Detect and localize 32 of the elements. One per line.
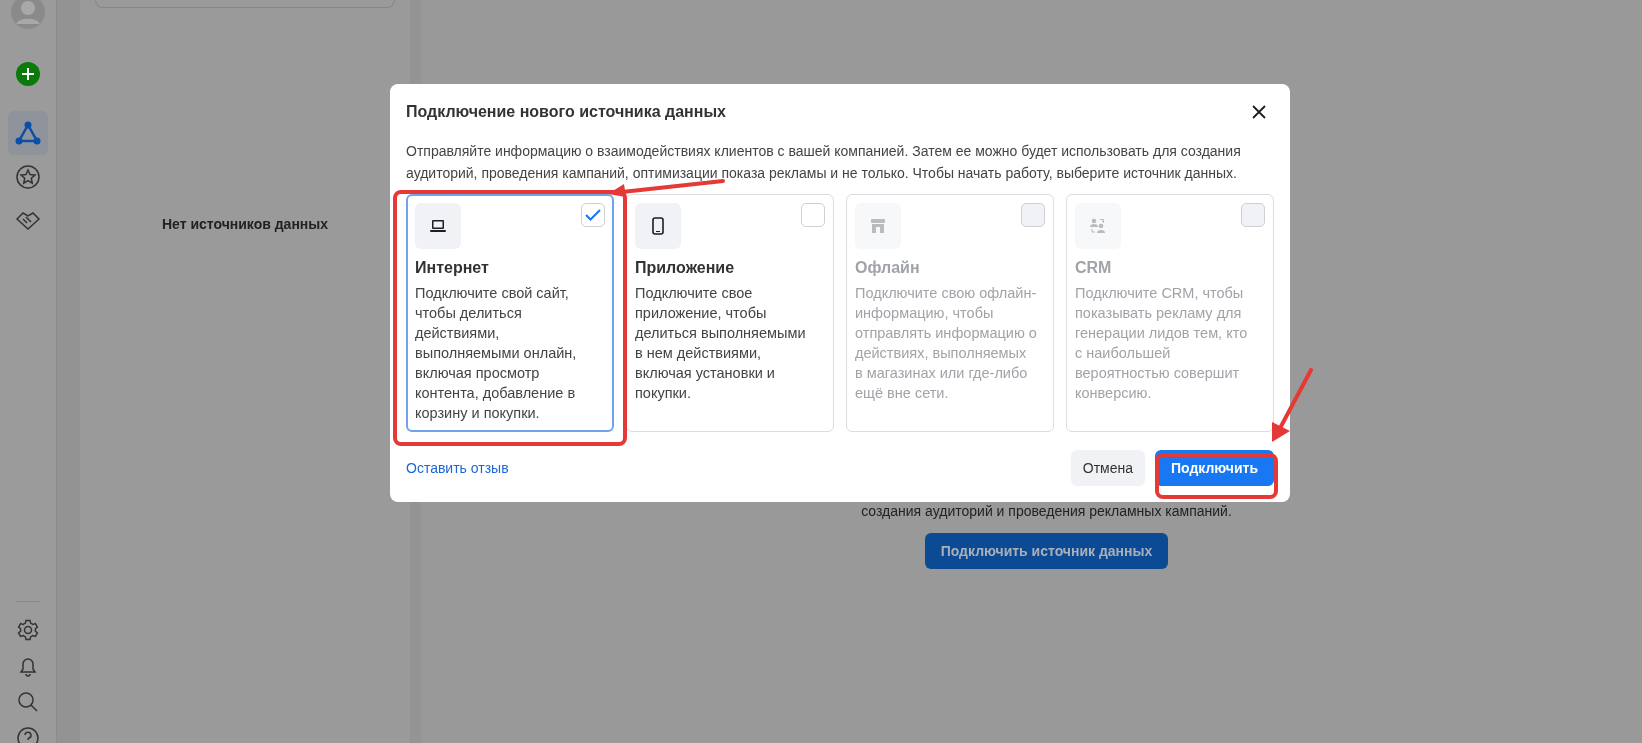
- dialog-description: Отправляйте информацию о взаимодействиях клиентов с вашей компанией. Затем ее можно будет использовать для создания аудиторий, проведения кампаний, оптимизации показа рекламы и не только. Чтобы начать работу, выберите источник данных.: [406, 142, 1242, 183]
- laptop-icon: [429, 219, 447, 233]
- card-description: Подключите свой сайт, чтобы делиться действиями, выполняемыми онлайн, включая просмотр контента, добавление в корзину и покупки.: [415, 284, 578, 423]
- card-title: CRM: [1075, 259, 1113, 277]
- sidebar-item[interactable]: [8, 111, 48, 155]
- people-icon: [1089, 218, 1107, 234]
- store-icon: [869, 218, 887, 234]
- source-card[interactable]: Интернет Подключите свой сайт, чтобы делиться действиями, выполняемыми онлайн, включая просмотр контента, добавление в корзину и покупки.: [406, 194, 614, 432]
- checkbox[interactable]: [581, 203, 605, 227]
- card-description: Подключите свое приложение, чтобы делиться выполняемыми в нем действиями, включая установки и покупки.: [635, 284, 807, 403]
- phone-icon: [652, 217, 664, 235]
- card-title: Интернет: [415, 259, 490, 277]
- add-icon: [16, 62, 40, 86]
- main-description: создания аудиторий и проведения рекламных кампаний.: [861, 503, 1232, 519]
- dialog-title: Подключение нового источника данных: [406, 103, 726, 121]
- network-icon: [15, 121, 41, 145]
- notifications-icon: [17, 655, 39, 677]
- checkmark-icon: [585, 209, 601, 221]
- help-icon: [17, 727, 39, 743]
- checkbox[interactable]: [801, 203, 825, 227]
- card-description: Подключите свою офлайн-информацию, чтобы отправлять информацию о действиях, выполняемых в магазинах или где-либо ещё вне сети.: [855, 284, 1038, 403]
- feedback-link[interactable]: Оставить отзыв: [406, 460, 509, 476]
- search-icon: [17, 691, 39, 713]
- close-icon[interactable]: [1252, 105, 1266, 119]
- empty-message: Нет источников данных: [161, 216, 329, 232]
- connect-source-button[interactable]: Подключить источник данных: [924, 533, 1169, 569]
- settings-icon: [17, 619, 39, 641]
- card-description: Подключите CRM, чтобы показывать рекламу для генерации лидов тем, кто с наибольшей вероятностью совершит конверсию.: [1075, 284, 1249, 403]
- card-title: Офлайн: [855, 259, 921, 277]
- card-title: Приложение: [635, 259, 736, 277]
- cancel-button[interactable]: Отмена: [1070, 450, 1145, 486]
- handshake-icon: [15, 211, 41, 231]
